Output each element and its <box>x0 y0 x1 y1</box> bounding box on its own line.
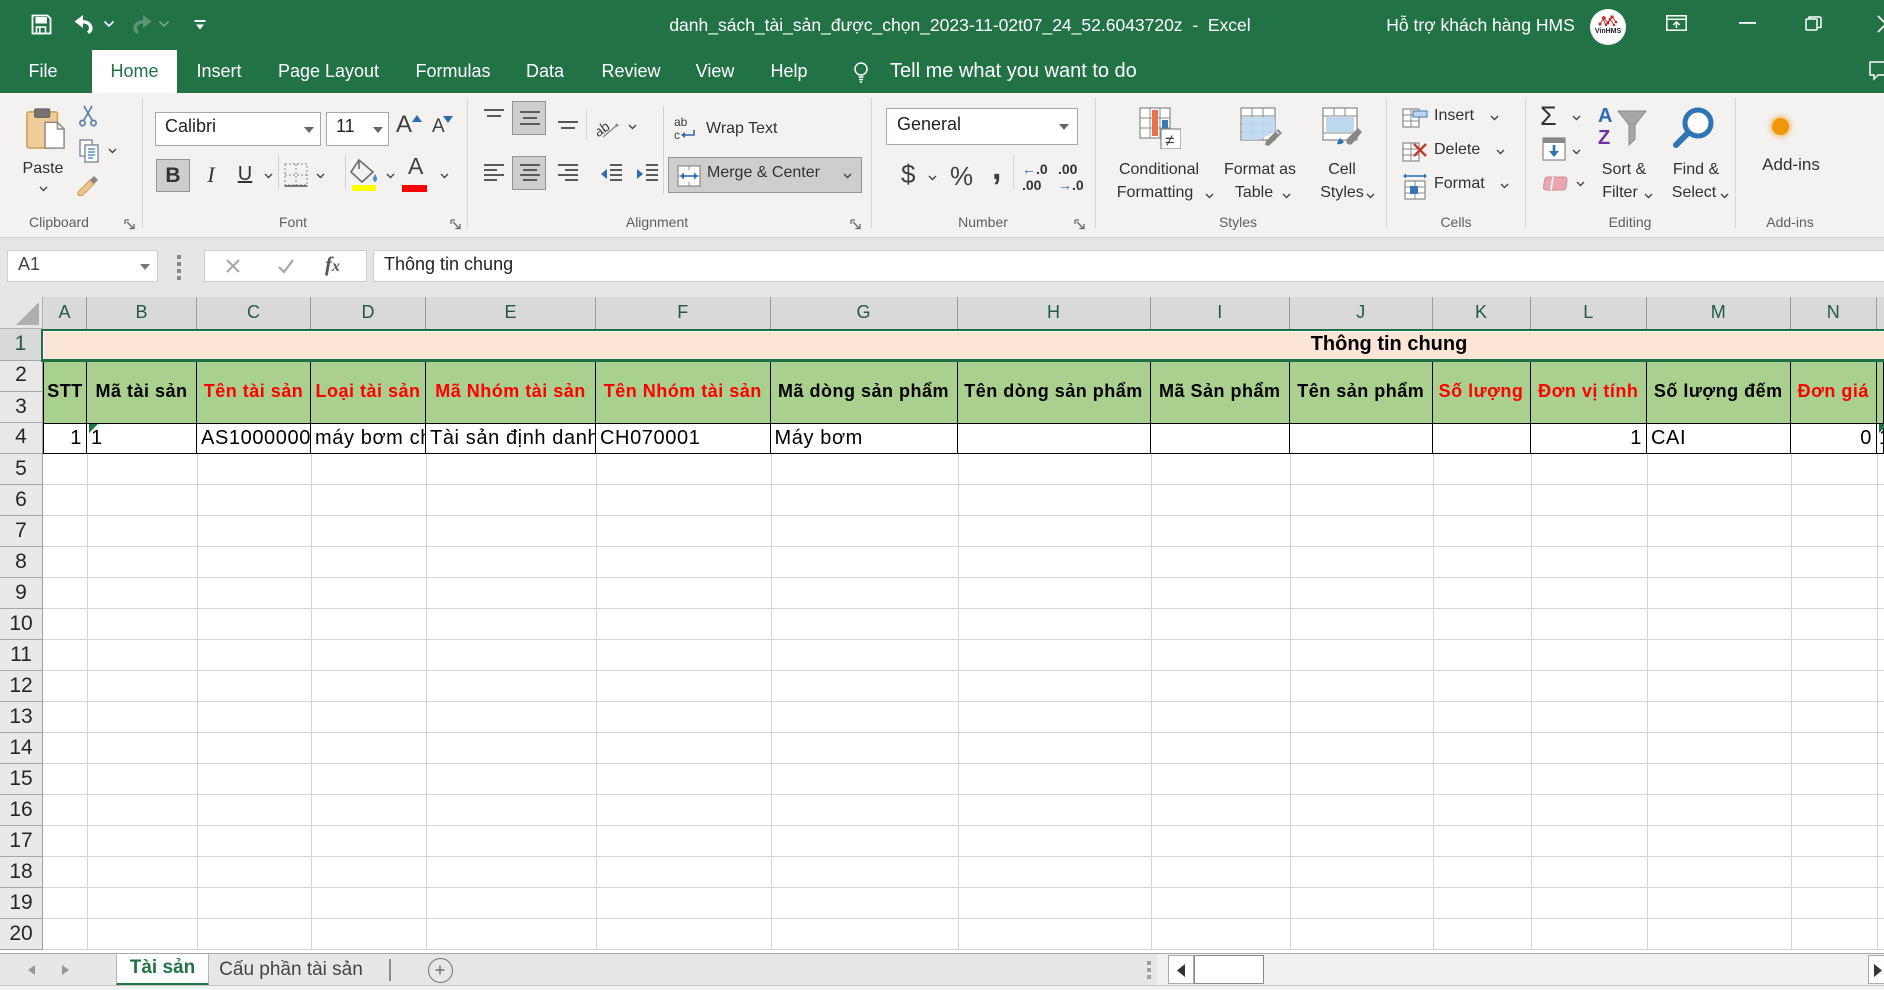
svg-text:≠: ≠ <box>1165 131 1174 149</box>
svg-text:c: c <box>674 128 680 141</box>
svg-text:ab: ab <box>674 115 688 129</box>
